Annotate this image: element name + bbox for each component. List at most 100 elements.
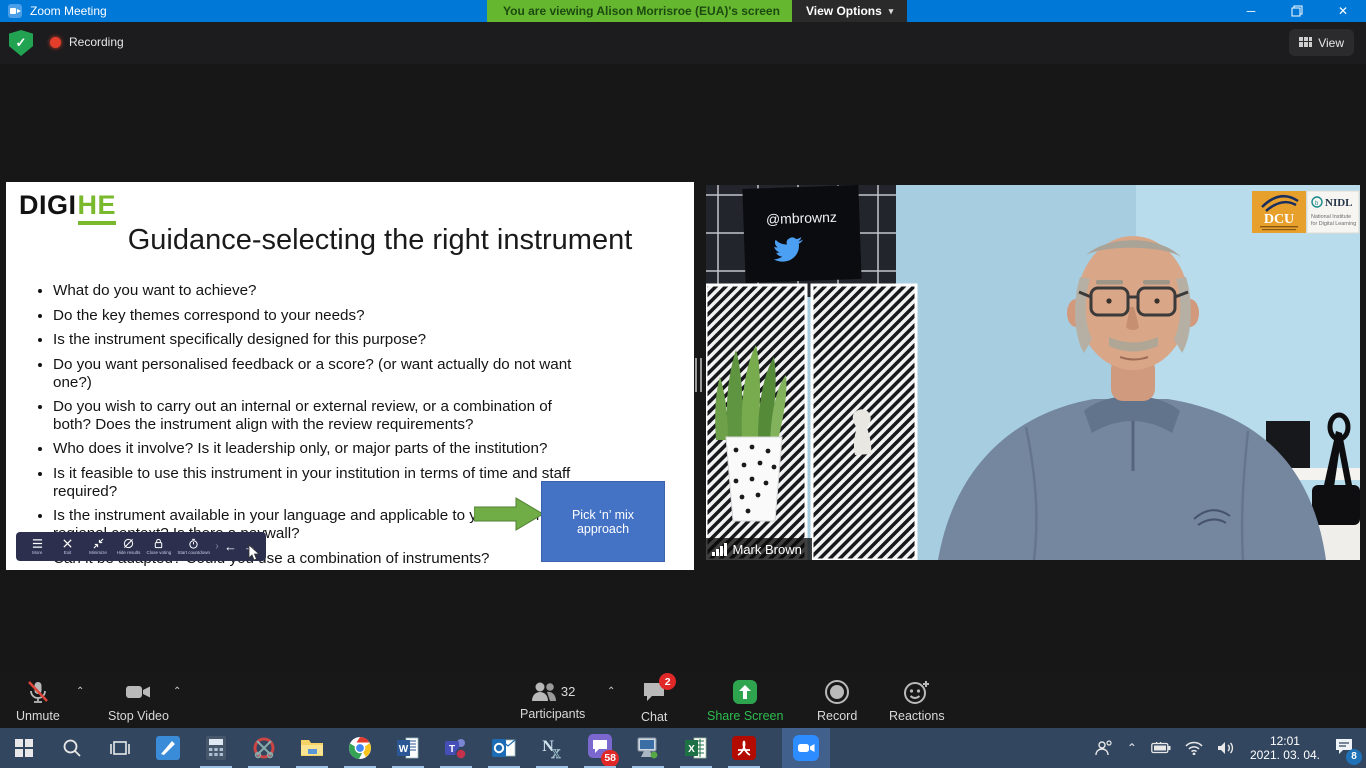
windows-taskbar: W T N X	[0, 728, 1366, 768]
presenter-more-button[interactable]: More	[22, 538, 52, 555]
file-explorer-button[interactable]	[288, 728, 336, 768]
participants-label: Participants	[520, 707, 585, 721]
meeting-info-bar: ✓ Recording View	[0, 22, 1366, 64]
capture-tool-button[interactable]	[240, 728, 288, 768]
video-options-chevron[interactable]: ⌃	[173, 686, 181, 697]
unmute-button[interactable]: Unmute	[16, 679, 60, 723]
search-button[interactable]	[48, 728, 96, 768]
svg-text:DCU: DCU	[1264, 212, 1294, 227]
presenter-more-label: More	[32, 550, 42, 555]
screen-share-banner: You are viewing Alison Morrisroe (EUA)'s…	[487, 0, 796, 22]
close-button[interactable]: ✕	[1320, 0, 1366, 22]
svg-text:@mbrownz: @mbrownz	[766, 209, 838, 227]
stop-video-button[interactable]: Stop Video	[108, 679, 169, 723]
record-button[interactable]: Record	[817, 679, 857, 723]
svg-text:W: W	[399, 744, 409, 755]
notification-badge: 8	[1346, 749, 1362, 765]
slide-bullet: Do you wish to carry out an internal or …	[53, 398, 586, 433]
participants-icon	[530, 679, 558, 703]
capture-tool-icon	[252, 736, 276, 760]
reactions-icon	[903, 679, 931, 705]
excel-button[interactable]: X	[672, 728, 720, 768]
participant-name-tag: Mark Brown	[706, 538, 812, 560]
menu-icon	[32, 538, 43, 549]
slide-bullet: Is it feasible to use this instrument in…	[53, 465, 586, 500]
slide-bullet: Do the key themes correspond to your nee…	[53, 307, 586, 325]
presenter-toolbar: More Exit Minimize Hide results Close vo…	[16, 532, 266, 561]
clock-time: 12:01	[1250, 734, 1320, 748]
svg-text:X: X	[688, 744, 695, 755]
video-scene: @mbrownz	[706, 185, 1360, 560]
task-view-icon	[110, 738, 130, 758]
word-button[interactable]: W	[384, 728, 432, 768]
outlook-button[interactable]	[480, 728, 528, 768]
chat-badge: 2	[659, 673, 676, 690]
clock-date: 2021. 03. 04.	[1250, 748, 1320, 762]
participants-button[interactable]: 32 Participants	[520, 679, 585, 721]
outlook-icon	[492, 736, 516, 760]
view-layout-button[interactable]: View	[1289, 29, 1354, 56]
presenter-hide-results-button[interactable]: Hide results	[113, 538, 143, 555]
nidl-logo: b NIDL National Institute for Digital Le…	[1307, 191, 1359, 233]
eye-slash-icon	[123, 538, 134, 549]
logo-he-text: HE	[78, 190, 117, 225]
calculator-button[interactable]	[192, 728, 240, 768]
reactions-button[interactable]: Reactions	[889, 679, 945, 723]
chat-button[interactable]: 2 Chat	[641, 679, 667, 724]
chat-app-button[interactable]: 58	[576, 728, 624, 768]
remote-desktop-button[interactable]	[624, 728, 672, 768]
teams-button[interactable]: T	[432, 728, 480, 768]
dcu-logo: DCU	[1252, 191, 1306, 233]
zoom-taskbar-button[interactable]	[782, 728, 830, 768]
mouse-cursor	[248, 544, 261, 561]
presenter-countdown-button[interactable]: Start countdown	[174, 538, 213, 555]
audio-options-chevron[interactable]: ⌃	[76, 686, 84, 697]
people-tray-icon[interactable]	[1095, 740, 1113, 756]
stop-video-label: Stop Video	[108, 709, 169, 723]
minimize-button[interactable]: ─	[1228, 0, 1274, 22]
presenter-hide-results-label: Hide results	[117, 550, 141, 555]
chrome-icon	[348, 736, 372, 760]
start-button[interactable]	[0, 728, 48, 768]
slide-title: Guidance-selecting the right instrument	[66, 224, 694, 257]
view-options-button[interactable]: View Options ▾	[792, 0, 907, 22]
hidden-icons-chevron[interactable]: ⌃	[1127, 741, 1137, 755]
wifi-icon[interactable]	[1185, 741, 1203, 755]
scan-app-button[interactable]	[144, 728, 192, 768]
task-view-button[interactable]	[96, 728, 144, 768]
presenter-minimize-button[interactable]: Minimize	[83, 538, 113, 555]
presenter-countdown-label: Start countdown	[177, 550, 210, 555]
presenter-exit-button[interactable]: Exit	[52, 538, 82, 555]
panel-divider-handle[interactable]	[695, 358, 702, 392]
window-title: Zoom Meeting	[30, 4, 107, 18]
acrobat-button[interactable]	[720, 728, 768, 768]
speaker-video-tile[interactable]: @mbrownz	[706, 185, 1360, 560]
taskbar-clock[interactable]: 12:01 2021. 03. 04.	[1250, 734, 1320, 762]
recording-label: Recording	[69, 35, 124, 49]
svg-text:NIDL: NIDL	[1325, 197, 1353, 209]
presenter-close-voting-label: Close voting	[147, 550, 172, 555]
twitter-card: @mbrownz	[742, 185, 861, 283]
record-label: Record	[817, 709, 857, 723]
slide-bullet: What do you want to achieve?	[53, 282, 586, 300]
title-bar: Zoom Meeting You are viewing Alison Morr…	[0, 0, 1366, 22]
participant-name: Mark Brown	[733, 542, 802, 557]
presenter-close-voting-button[interactable]: Close voting	[144, 538, 174, 555]
chrome-button[interactable]	[336, 728, 384, 768]
action-center-button[interactable]: 8	[1334, 737, 1354, 760]
acrobat-icon	[732, 736, 756, 760]
excel-icon: X	[684, 736, 708, 760]
share-screen-button[interactable]: Share Screen	[707, 679, 783, 723]
nx-app-button[interactable]: N X	[528, 728, 576, 768]
slide-bullet: Is the instrument specifically designed …	[53, 331, 586, 349]
lock-icon	[153, 538, 164, 549]
shared-screen-slide: DIGI HE Guidance-selecting the right ins…	[6, 182, 694, 570]
previous-slide-arrow[interactable]: ←	[221, 539, 241, 554]
battery-icon[interactable]	[1151, 742, 1171, 754]
participants-options-chevron[interactable]: ⌃	[607, 686, 615, 697]
volume-icon[interactable]	[1217, 741, 1235, 755]
restore-button[interactable]	[1274, 0, 1320, 22]
green-arrow-icon	[474, 497, 544, 531]
remote-desktop-icon	[636, 736, 660, 760]
security-shield-icon[interactable]: ✓	[9, 30, 33, 56]
